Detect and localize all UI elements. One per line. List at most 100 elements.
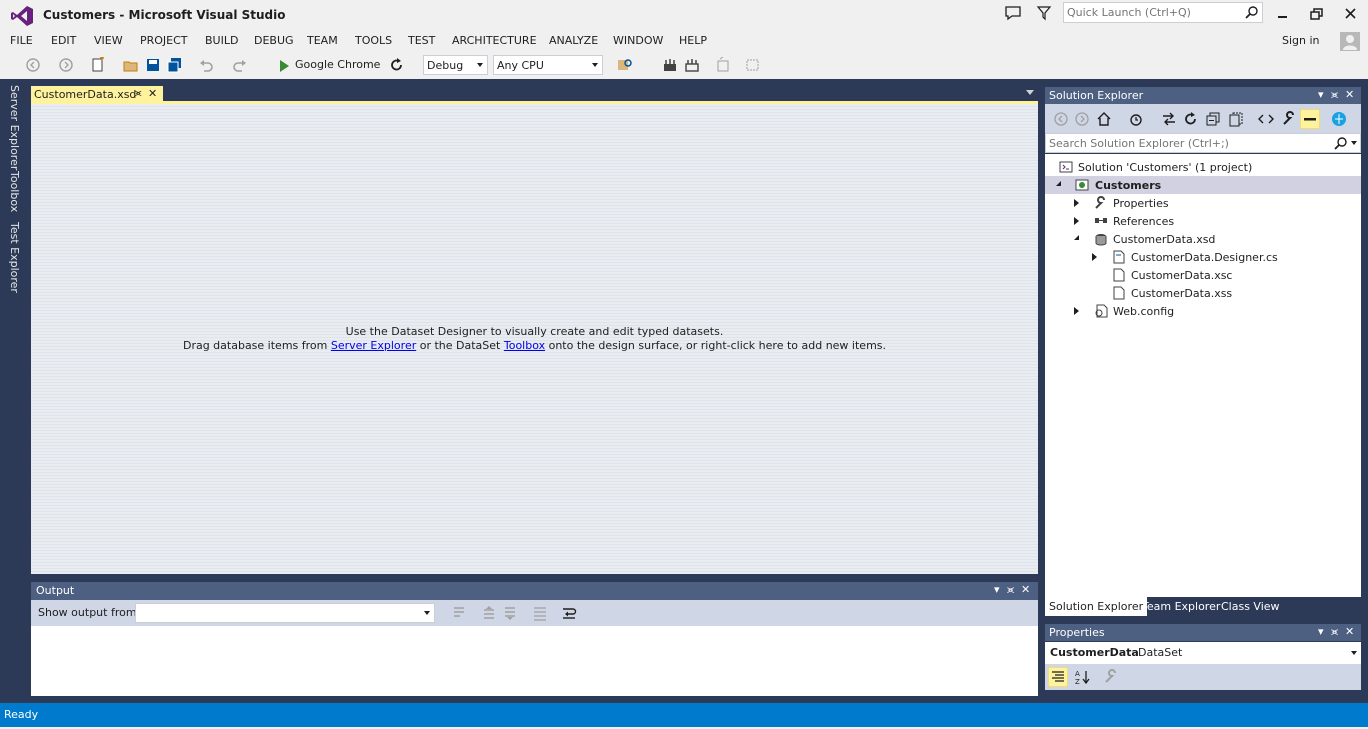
- tab-solution-explorer[interactable]: Solution Explorer: [1045, 597, 1148, 616]
- categorized-icon[interactable]: [1048, 667, 1068, 687]
- menu-file[interactable]: FILE: [10, 34, 33, 47]
- find-in-files-icon[interactable]: [617, 57, 633, 73]
- tree-item-designer-cs[interactable]: CustomerData.Designer.cs: [1045, 248, 1361, 266]
- show-all-files-icon[interactable]: [1228, 111, 1244, 127]
- sign-in-link[interactable]: Sign in: [1282, 34, 1320, 47]
- window-position-icon[interactable]: ▾: [1318, 625, 1324, 638]
- properties-object-selector[interactable]: CustomerData DataSet: [1045, 642, 1361, 664]
- close-icon[interactable]: ✕: [1345, 88, 1354, 101]
- minimize-button[interactable]: [1268, 3, 1298, 25]
- toggle-word-wrap-icon[interactable]: [561, 605, 577, 621]
- pending-changes-filter-icon[interactable]: [1128, 111, 1144, 127]
- property-pages-icon[interactable]: [1103, 669, 1119, 685]
- refresh-icon[interactable]: [1183, 111, 1199, 127]
- forward-icon[interactable]: [1074, 111, 1090, 127]
- configuration-dropdown[interactable]: Debug: [423, 55, 488, 75]
- menu-team[interactable]: TEAM: [307, 34, 338, 47]
- pin-icon[interactable]: ⪤: [135, 88, 142, 99]
- tree-item-references[interactable]: References: [1045, 212, 1361, 230]
- browser-link-icon[interactable]: [1331, 111, 1347, 127]
- menu-project[interactable]: PROJECT: [140, 34, 188, 47]
- window-position-icon[interactable]: ▾: [994, 583, 1000, 596]
- navigate-forward-icon[interactable]: [58, 57, 74, 73]
- test-explorer-tab[interactable]: Test Explorer: [8, 222, 21, 293]
- quick-launch-box[interactable]: [1063, 2, 1263, 23]
- home-icon[interactable]: [1096, 111, 1112, 127]
- feedback-filter-icon[interactable]: [1036, 5, 1052, 21]
- menu-build[interactable]: BUILD: [205, 34, 238, 47]
- tree-item-xsc[interactable]: CustomerData.xsc: [1045, 266, 1361, 284]
- server-explorer-tab[interactable]: Server Explorer: [8, 85, 21, 170]
- open-file-icon[interactable]: [123, 57, 139, 73]
- menu-tools[interactable]: TOOLS: [355, 34, 392, 47]
- view-code-icon[interactable]: [1258, 111, 1274, 127]
- menu-debug[interactable]: DEBUG: [254, 34, 294, 47]
- notifications-icon[interactable]: [1004, 5, 1022, 21]
- tree-item-dataset[interactable]: CustomerData.xsd: [1045, 230, 1361, 248]
- tree-item-solution[interactable]: Solution 'Customers' (1 project): [1045, 158, 1361, 176]
- uncomment-icon[interactable]: [745, 57, 761, 73]
- build-solution-icon[interactable]: [662, 57, 678, 73]
- go-to-previous-message-icon[interactable]: [481, 605, 497, 621]
- start-debugging-icon[interactable]: [276, 57, 292, 75]
- restore-button[interactable]: [1302, 3, 1332, 25]
- redo-icon[interactable]: [232, 57, 248, 73]
- new-project-icon[interactable]: [90, 57, 106, 73]
- user-avatar[interactable]: [1340, 32, 1360, 51]
- navigate-back-icon[interactable]: [25, 57, 41, 73]
- save-icon[interactable]: [145, 57, 161, 73]
- expand-arrow-icon[interactable]: [1092, 253, 1097, 261]
- solution-explorer-search-input[interactable]: [1049, 135, 1319, 151]
- window-position-icon[interactable]: ▾: [1318, 88, 1324, 101]
- rebuild-solution-icon[interactable]: [684, 57, 700, 73]
- back-icon[interactable]: [1053, 111, 1069, 127]
- collapse-arrow-icon[interactable]: [1056, 181, 1061, 186]
- preview-selected-items-icon[interactable]: [1300, 109, 1320, 129]
- search-icon[interactable]: [1245, 5, 1259, 19]
- close-icon[interactable]: ✕: [1021, 583, 1030, 596]
- quick-launch-input[interactable]: [1067, 4, 1237, 21]
- toolbox-link[interactable]: Toolbox: [504, 339, 545, 352]
- tab-class-view[interactable]: Class View: [1217, 597, 1284, 616]
- toolbox-tab[interactable]: Toolbox: [8, 171, 21, 212]
- pin-icon[interactable]: ⪤: [1331, 88, 1338, 102]
- tree-item-xss[interactable]: CustomerData.xss: [1045, 284, 1361, 302]
- search-icon[interactable]: [1334, 136, 1348, 150]
- menu-view[interactable]: VIEW: [94, 34, 123, 47]
- pin-icon[interactable]: ⪤: [1331, 625, 1338, 639]
- collapse-all-icon[interactable]: [1205, 111, 1221, 127]
- menu-test[interactable]: TEST: [408, 34, 435, 47]
- server-explorer-link[interactable]: Server Explorer: [331, 339, 416, 352]
- tree-item-project[interactable]: Customers: [1045, 176, 1361, 194]
- menu-help[interactable]: HELP: [679, 34, 707, 47]
- expand-arrow-icon[interactable]: [1074, 217, 1079, 225]
- menu-edit[interactable]: EDIT: [51, 34, 76, 47]
- alphabetical-icon[interactable]: AZ: [1074, 669, 1090, 685]
- comment-out-icon[interactable]: [715, 57, 731, 73]
- sync-with-active-document-icon[interactable]: [1161, 111, 1177, 127]
- tree-item-properties[interactable]: Properties: [1045, 194, 1361, 212]
- clear-all-icon[interactable]: [532, 605, 548, 621]
- solution-explorer-search[interactable]: [1045, 133, 1361, 153]
- close-window-button[interactable]: [1336, 3, 1366, 25]
- dataset-designer-surface[interactable]: Use the Dataset Designer to visually cre…: [31, 104, 1038, 574]
- tree-item-web-config[interactable]: Web.config: [1045, 302, 1361, 320]
- menu-window[interactable]: WINDOW: [613, 34, 663, 47]
- close-icon[interactable]: ✕: [1345, 625, 1354, 638]
- properties-wrench-icon[interactable]: [1281, 111, 1297, 127]
- output-text-area[interactable]: [31, 626, 1038, 696]
- menu-architecture[interactable]: ARCHITECTURE: [452, 34, 537, 47]
- run-target-label[interactable]: Google Chrome: [295, 58, 380, 71]
- chevron-down-icon[interactable]: [1026, 90, 1034, 95]
- chevron-down-icon[interactable]: [1351, 141, 1357, 145]
- refresh-browser-icon[interactable]: [389, 57, 405, 73]
- menu-analyze[interactable]: ANALYZE: [549, 34, 598, 47]
- undo-icon[interactable]: [198, 57, 214, 73]
- go-to-next-message-icon[interactable]: [502, 605, 518, 621]
- expand-arrow-icon[interactable]: [1074, 199, 1079, 207]
- tab-team-explorer[interactable]: Team Explorer: [1138, 597, 1224, 616]
- expand-arrow-icon[interactable]: [1074, 307, 1079, 315]
- show-output-dropdown[interactable]: [135, 603, 435, 623]
- find-message-in-code-icon[interactable]: [451, 605, 467, 621]
- save-all-icon[interactable]: [167, 57, 183, 73]
